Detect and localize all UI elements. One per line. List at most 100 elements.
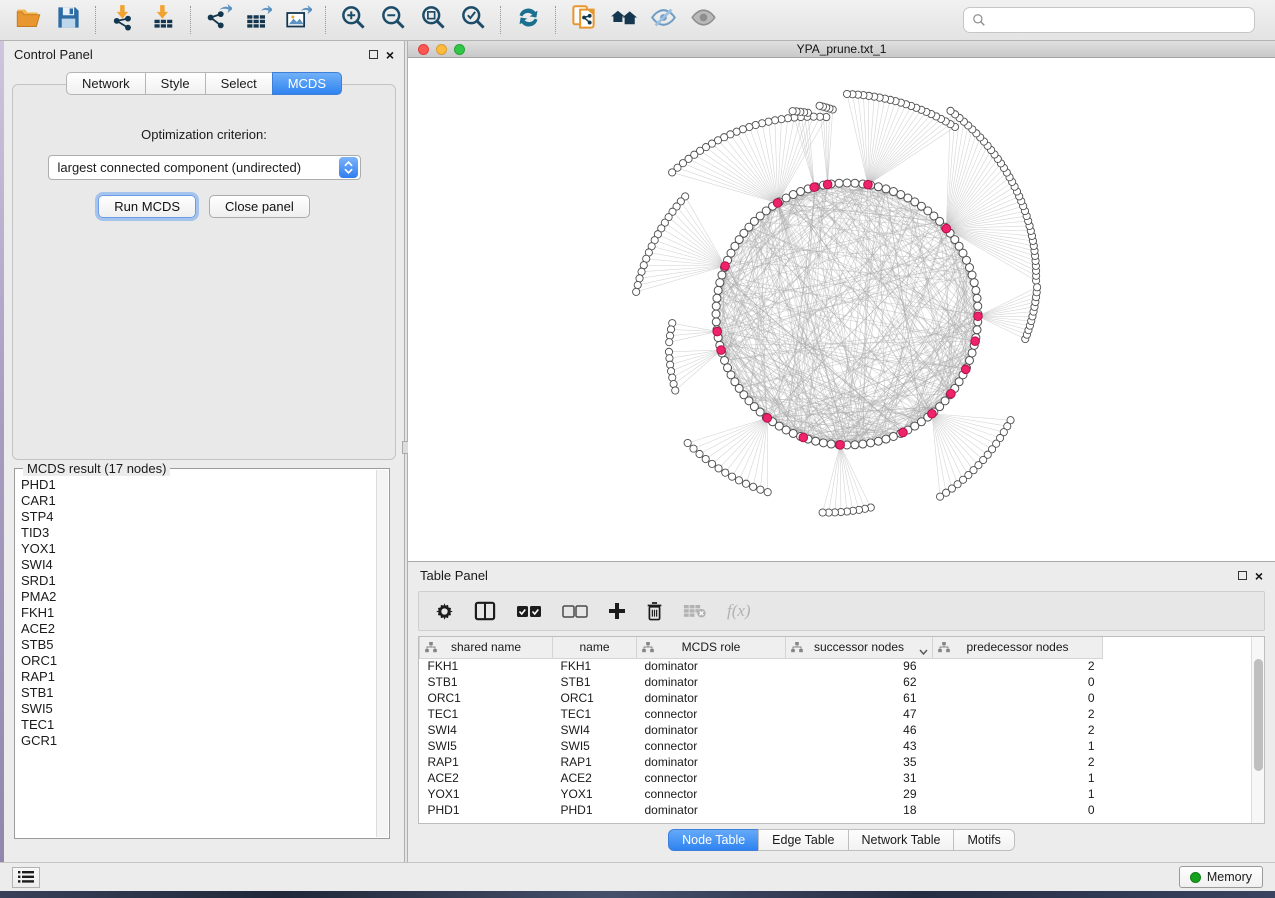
cell-name[interactable]: ORC1 [553, 690, 637, 706]
deselect-all-columns-icon[interactable] [562, 605, 588, 618]
show-all-button[interactable] [683, 3, 723, 37]
mcds-result-item[interactable]: CAR1 [21, 493, 375, 509]
save-session-button[interactable] [48, 3, 88, 37]
cell-successor-nodes[interactable]: 61 [786, 690, 933, 706]
cell-shared-name[interactable]: YOX1 [420, 786, 553, 802]
import-network-button[interactable] [103, 3, 143, 37]
cell-predecessor-nodes[interactable]: 2 [933, 722, 1103, 738]
open-session-button[interactable] [8, 3, 48, 37]
cell-name[interactable]: TEC1 [553, 706, 637, 722]
table-row[interactable]: FKH1 FKH1 dominator 96 2 [420, 658, 1253, 674]
mcds-result-item[interactable]: STB1 [21, 685, 375, 701]
mcds-result-item[interactable]: PHD1 [21, 477, 375, 493]
column-header-name[interactable]: name [553, 637, 637, 658]
cell-mcds-role[interactable]: dominator [637, 722, 786, 738]
network-canvas[interactable] [408, 58, 1275, 561]
cell-name[interactable]: STB1 [553, 674, 637, 690]
mcds-result-item[interactable]: FKH1 [21, 605, 375, 621]
clone-network-button[interactable] [563, 3, 603, 37]
mcds-result-item[interactable]: STP4 [21, 509, 375, 525]
zoom-in-button[interactable] [333, 3, 373, 37]
mcds-result-list[interactable]: PHD1CAR1STP4TID3YOX1SWI4SRD1PMA2FKH1ACE2… [21, 477, 375, 836]
close-panel-icon[interactable]: × [386, 50, 394, 60]
column-header-mcds-role[interactable]: MCDS role [637, 637, 786, 658]
table-row[interactable]: RAP1 RAP1 dominator 35 2 [420, 754, 1253, 770]
cell-shared-name[interactable]: SWI5 [420, 738, 553, 754]
table-row[interactable]: TEC1 TEC1 connector 47 2 [420, 706, 1253, 722]
cell-mcds-role[interactable]: connector [637, 770, 786, 786]
cell-shared-name[interactable]: STB1 [420, 674, 553, 690]
cell-mcds-role[interactable]: dominator [637, 802, 786, 818]
memory-button[interactable]: Memory [1179, 866, 1263, 888]
cell-name[interactable]: SWI4 [553, 722, 637, 738]
cell-predecessor-nodes[interactable]: 1 [933, 786, 1103, 802]
delete-table-icon[interactable] [683, 604, 707, 618]
cell-shared-name[interactable]: PHD1 [420, 802, 553, 818]
cell-predecessor-nodes[interactable]: 1 [933, 738, 1103, 754]
mcds-result-item[interactable]: RAP1 [21, 669, 375, 685]
cell-shared-name[interactable]: RAP1 [420, 754, 553, 770]
cell-mcds-role[interactable]: connector [637, 738, 786, 754]
export-network-button[interactable] [198, 3, 238, 37]
cell-predecessor-nodes[interactable]: 0 [933, 690, 1103, 706]
select-all-columns-icon[interactable] [516, 605, 542, 618]
cell-mcds-role[interactable]: connector [637, 706, 786, 722]
zoom-fit-button[interactable] [413, 3, 453, 37]
cell-successor-nodes[interactable]: 62 [786, 674, 933, 690]
cell-predecessor-nodes[interactable]: 0 [933, 674, 1103, 690]
zoom-out-button[interactable] [373, 3, 413, 37]
hide-selected-button[interactable] [643, 3, 683, 37]
cell-name[interactable]: FKH1 [553, 658, 637, 674]
mcds-result-item[interactable]: GCR1 [21, 733, 375, 749]
mcds-list-scrollbar[interactable] [376, 470, 388, 837]
network-search-field[interactable] [963, 7, 1255, 33]
optimization-criterion-select[interactable]: largest connected component (undirected) [48, 155, 361, 180]
mcds-result-item[interactable]: TEC1 [21, 717, 375, 733]
float-table-panel-icon[interactable] [1238, 571, 1247, 580]
cell-shared-name[interactable]: ORC1 [420, 690, 553, 706]
mcds-result-item[interactable]: ORC1 [21, 653, 375, 669]
cell-name[interactable]: ACE2 [553, 770, 637, 786]
mcds-result-item[interactable]: PMA2 [21, 589, 375, 605]
cell-mcds-role[interactable]: connector [637, 786, 786, 802]
cell-name[interactable]: YOX1 [553, 786, 637, 802]
float-panel-icon[interactable] [369, 50, 378, 59]
cell-mcds-role[interactable]: dominator [637, 690, 786, 706]
table-row[interactable]: YOX1 YOX1 connector 29 1 [420, 786, 1253, 802]
table-row[interactable]: PHD1 PHD1 dominator 18 0 [420, 802, 1253, 818]
table-row[interactable]: SWI4 SWI4 dominator 46 2 [420, 722, 1253, 738]
table-row[interactable]: SWI5 SWI5 connector 43 1 [420, 738, 1253, 754]
tab-edge-table[interactable]: Edge Table [758, 829, 848, 851]
cell-name[interactable]: SWI5 [553, 738, 637, 754]
tab-motifs[interactable]: Motifs [953, 829, 1014, 851]
search-input[interactable] [991, 13, 1246, 28]
tab-node-table[interactable]: Node Table [668, 829, 759, 851]
cell-successor-nodes[interactable]: 43 [786, 738, 933, 754]
cell-shared-name[interactable]: ACE2 [420, 770, 553, 786]
column-header-shared-name[interactable]: shared name [420, 637, 553, 658]
function-builder-icon[interactable]: f(x) [727, 601, 751, 621]
cell-predecessor-nodes[interactable]: 1 [933, 770, 1103, 786]
export-table-button[interactable] [238, 3, 278, 37]
delete-column-trash-icon[interactable] [646, 602, 663, 621]
export-image-button[interactable] [278, 3, 318, 37]
cell-shared-name[interactable]: SWI4 [420, 722, 553, 738]
mcds-result-item[interactable]: STB5 [21, 637, 375, 653]
mcds-result-item[interactable]: SWI5 [21, 701, 375, 717]
add-column-icon[interactable] [608, 602, 626, 620]
mcds-result-item[interactable]: YOX1 [21, 541, 375, 557]
network-window-titlebar[interactable]: YPA_prune.txt_1 [408, 41, 1275, 58]
cell-predecessor-nodes[interactable]: 2 [933, 754, 1103, 770]
mcds-result-item[interactable]: SRD1 [21, 573, 375, 589]
import-table-button[interactable] [143, 3, 183, 37]
cell-successor-nodes[interactable]: 96 [786, 658, 933, 674]
cell-predecessor-nodes[interactable]: 2 [933, 658, 1103, 674]
task-history-button[interactable] [12, 867, 40, 888]
first-neighbors-button[interactable] [603, 3, 643, 37]
cell-shared-name[interactable]: TEC1 [420, 706, 553, 722]
cell-successor-nodes[interactable]: 18 [786, 802, 933, 818]
cell-name[interactable]: PHD1 [553, 802, 637, 818]
cell-successor-nodes[interactable]: 29 [786, 786, 933, 802]
column-header-predecessor-nodes[interactable]: predecessor nodes [933, 637, 1103, 658]
tab-style[interactable]: Style [145, 72, 206, 95]
